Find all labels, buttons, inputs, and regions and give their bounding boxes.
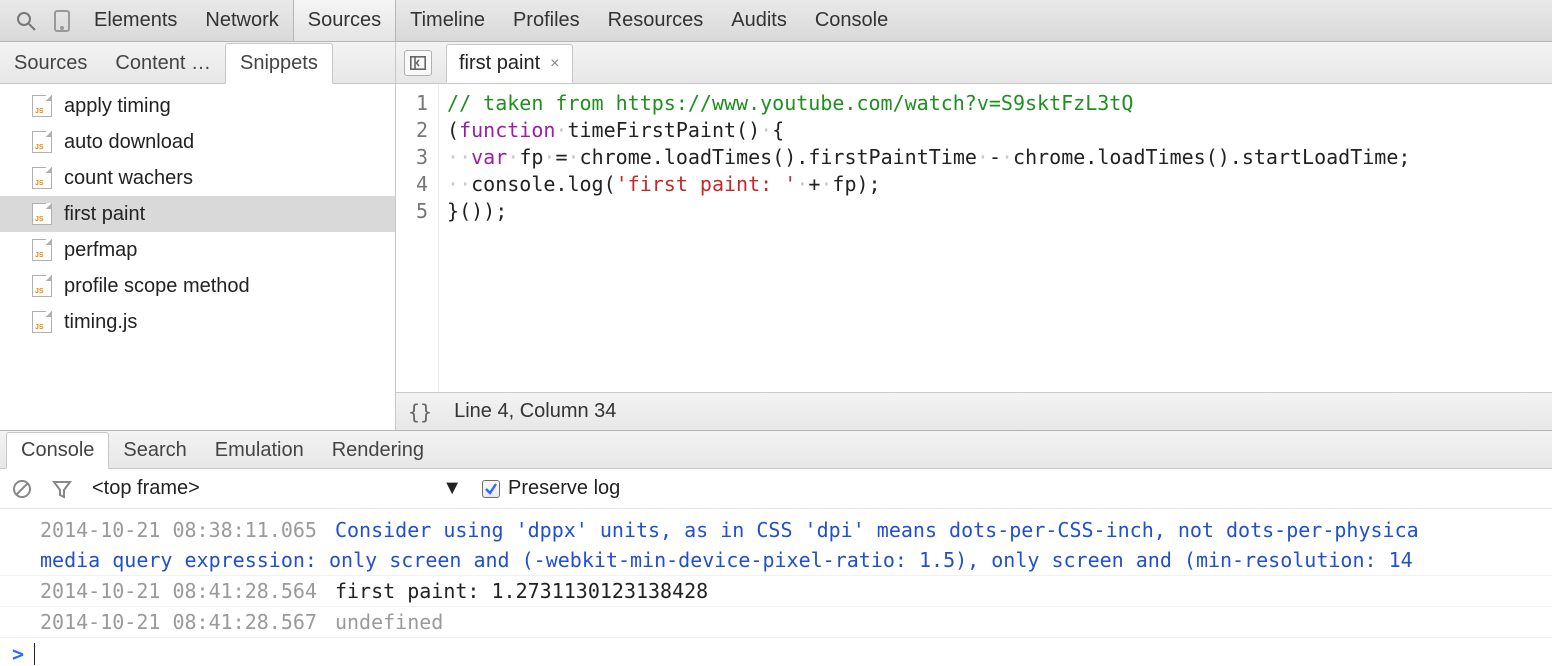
main-tab-timeline[interactable]: Timeline [396, 0, 499, 41]
sidebar-tab-snippets[interactable]: Snippets [225, 43, 333, 84]
main-tab-resources[interactable]: Resources [594, 0, 718, 41]
drawer-tab-emulation[interactable]: Emulation [201, 433, 318, 468]
main-tab-console[interactable]: Console [801, 0, 902, 41]
snippet-item-label: perfmap [64, 239, 137, 262]
js-file-icon: JS [32, 95, 52, 117]
code-lines: // taken from https://www.youtube.com/wa… [439, 84, 1410, 392]
console-log-row: 2014-10-21 08:38:11.065Consider using 'd… [0, 515, 1552, 576]
editor-header: first paint × [396, 42, 1552, 84]
main-tab-sources[interactable]: Sources [293, 0, 396, 41]
snippet-item[interactable]: JS auto download [0, 124, 395, 160]
cursor-position-label: Line 4, Column 34 [454, 400, 616, 423]
sidebar-tab-content-[interactable]: Content … [101, 44, 225, 83]
js-file-icon: JS [32, 311, 52, 333]
code-editor[interactable]: 12345 // taken from https://www.youtube.… [396, 84, 1552, 392]
editor-file-tab-label: first paint [459, 52, 540, 75]
log-timestamp: 2014-10-21 08:38:11.065 [40, 515, 317, 545]
preserve-log-toggle[interactable]: Preserve log [482, 477, 620, 500]
snippet-item-label: timing.js [64, 311, 137, 334]
drawer-tab-rendering[interactable]: Rendering [318, 433, 438, 468]
main-tab-network[interactable]: Network [191, 0, 292, 41]
frame-select[interactable]: <top frame> ▼ [92, 477, 462, 500]
sources-sidebar-tabs: SourcesContent …Snippets [0, 42, 395, 84]
sources-sidebar: SourcesContent …Snippets JSapply timingJ… [0, 42, 396, 430]
log-timestamp: 2014-10-21 08:41:28.567 [40, 607, 317, 637]
snippets-list: JS apply timing JS auto download JS count wac… [0, 84, 395, 430]
preserve-log-label: Preserve log [508, 477, 620, 500]
drawer-tab-search[interactable]: Search [109, 433, 200, 468]
snippet-item[interactable]: JS apply timing [0, 88, 395, 124]
chevron-down-icon: ▼ [442, 477, 462, 500]
navigator-toggle-icon[interactable] [404, 50, 432, 76]
pretty-print-icon[interactable]: {} [408, 400, 432, 424]
sources-panel: SourcesContent …Snippets JSapply timingJ… [0, 42, 1552, 431]
main-tab-elements[interactable]: Elements [80, 0, 191, 41]
console-toolbar: <top frame> ▼ Preserve log [0, 469, 1552, 509]
main-tab-profiles[interactable]: Profiles [499, 0, 594, 41]
sidebar-tab-sources[interactable]: Sources [0, 44, 101, 83]
code-gutter: 12345 [396, 84, 439, 392]
drawer-tab-bar: ConsoleSearchEmulationRendering [0, 431, 1552, 469]
snippet-item-label: first paint [64, 203, 145, 226]
drawer-tab-console[interactable]: Console [6, 432, 109, 469]
snippet-item[interactable]: JS timing.js [0, 304, 395, 340]
snippet-item-label: auto download [64, 131, 194, 154]
snippet-item[interactable]: JS perfmap [0, 232, 395, 268]
editor-status-bar: {} Line 4, Column 34 [396, 392, 1552, 430]
js-file-icon: JS [32, 167, 52, 189]
editor-column: first paint × 12345 // taken from https:… [396, 42, 1552, 430]
console-log: 2014-10-21 08:38:11.065Consider using 'd… [0, 509, 1552, 638]
device-icon[interactable] [44, 3, 80, 39]
console-prompt[interactable]: > [0, 638, 1552, 666]
editor-file-tab[interactable]: first paint × [446, 44, 573, 83]
js-file-icon: JS [32, 203, 52, 225]
js-file-icon: JS [32, 131, 52, 153]
clear-console-icon[interactable] [12, 479, 32, 499]
main-tab-audits[interactable]: Audits [717, 0, 801, 41]
search-icon[interactable] [8, 3, 44, 39]
console-log-row: 2014-10-21 08:41:28.567undefined [0, 607, 1552, 638]
text-cursor-icon [34, 643, 35, 665]
snippet-item-label: profile scope method [64, 275, 250, 298]
js-file-icon: JS [32, 275, 52, 297]
log-timestamp: 2014-10-21 08:41:28.564 [40, 576, 317, 606]
filter-icon[interactable] [52, 479, 72, 499]
snippet-item[interactable]: JS profile scope method [0, 268, 395, 304]
snippet-item[interactable]: JS count wachers [0, 160, 395, 196]
prompt-caret-icon: > [12, 642, 24, 666]
close-icon[interactable]: × [550, 55, 559, 73]
snippet-item[interactable]: JS first paint [0, 196, 395, 232]
snippet-item-label: apply timing [64, 95, 171, 118]
checkbox-icon [482, 480, 500, 498]
frame-select-label: <top frame> [92, 477, 200, 500]
js-file-icon: JS [32, 239, 52, 261]
snippet-item-label: count wachers [64, 167, 193, 190]
console-log-row: 2014-10-21 08:41:28.564first paint: 1.27… [0, 576, 1552, 607]
main-tab-bar: ElementsNetworkSourcesTimelineProfilesRe… [0, 0, 1552, 42]
